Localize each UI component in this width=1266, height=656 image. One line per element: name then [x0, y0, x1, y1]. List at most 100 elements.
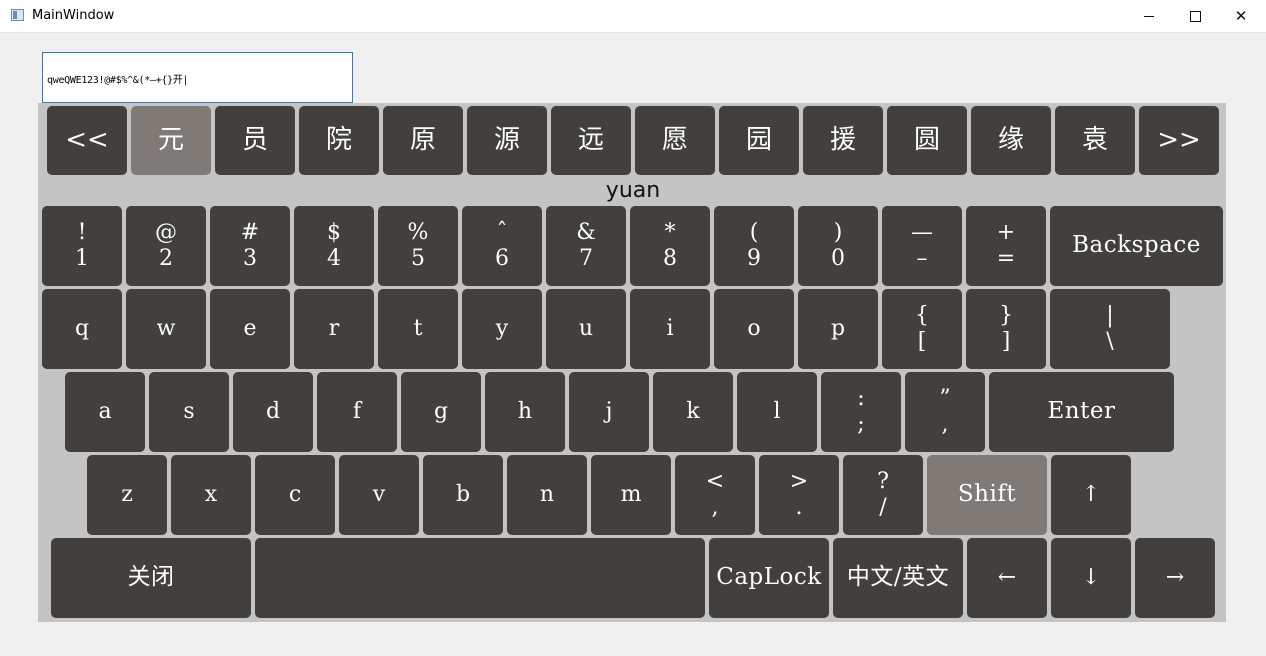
key-7[interactable]: & 7 [546, 206, 626, 286]
key-0[interactable]: ) 0 [798, 206, 878, 286]
arrow-right-key[interactable]: → [1135, 538, 1215, 618]
key-backslash[interactable]: | \ [1050, 289, 1170, 369]
space-key[interactable] [255, 538, 705, 618]
arrow-up-key[interactable]: ↑ [1051, 455, 1131, 535]
key-slash[interactable]: ? / [843, 455, 923, 535]
key-label: h [517, 398, 533, 424]
minimize-button[interactable] [1126, 0, 1172, 32]
close-keyboard-key[interactable]: 关闭 [51, 538, 251, 618]
key-n[interactable]: n [507, 455, 587, 535]
key-d[interactable]: d [233, 372, 313, 452]
shift-key[interactable]: Shift [927, 455, 1047, 535]
key-3[interactable]: #3 [210, 206, 290, 286]
arrow-up-icon: ↑ [1081, 481, 1101, 507]
key-shift-label: ( [749, 219, 759, 245]
key-w[interactable]: w [126, 289, 206, 369]
key-y[interactable]: y [462, 289, 542, 369]
key-shift-label: # [240, 219, 260, 245]
close-button[interactable]: ✕ [1218, 0, 1264, 32]
key-shift-label: — [911, 219, 933, 245]
key-shift-label: & [576, 219, 596, 245]
arrow-left-key[interactable]: ← [967, 538, 1047, 618]
key-8[interactable]: * 8 [630, 206, 710, 286]
key-shift-label: * [664, 219, 676, 245]
candidate-key[interactable]: 员 [215, 106, 295, 175]
key-period[interactable]: >. [759, 455, 839, 535]
key-2[interactable]: @2 [126, 206, 206, 286]
key-shift-label: % [407, 219, 429, 245]
key-1[interactable]: ! 1 [42, 206, 122, 286]
candidate-key[interactable]: 院 [299, 106, 379, 175]
candidate-key[interactable]: 缘 [971, 106, 1051, 175]
shift-label: Shift [957, 481, 1017, 508]
key-4[interactable]: $4 [294, 206, 374, 286]
key-equals[interactable]: + = [966, 206, 1046, 286]
candidate-next-label: >> [1157, 124, 1201, 155]
key-j[interactable]: j [569, 372, 649, 452]
key-label: . [795, 495, 803, 520]
key-shift-label: | [1106, 302, 1114, 328]
arrow-down-icon: ↓ [1081, 564, 1101, 590]
candidate-key[interactable]: 愿 [635, 106, 715, 175]
key-label: 6 [495, 246, 509, 271]
text-input[interactable]: qweQWE123!@#$%^&(*—+{}开| [42, 52, 353, 103]
key-c[interactable]: c [255, 455, 335, 535]
key-label: u [578, 315, 594, 341]
key-label: [ [917, 329, 927, 354]
language-toggle-key[interactable]: 中文/英文 [833, 538, 963, 618]
key-left-bracket[interactable]: {[ [882, 289, 962, 369]
enter-key[interactable]: Enter [989, 372, 1174, 452]
backspace-key[interactable]: Backspace [1050, 206, 1223, 286]
key-h[interactable]: h [485, 372, 565, 452]
candidate-label: 原 [409, 124, 436, 155]
maximize-button[interactable] [1172, 0, 1218, 32]
arrow-down-key[interactable]: ↓ [1051, 538, 1131, 618]
key-5[interactable]: % 5 [378, 206, 458, 286]
candidate-label: 院 [325, 124, 352, 155]
key-label: ; [857, 412, 865, 437]
candidate-key[interactable]: 远 [551, 106, 631, 175]
key-right-bracket[interactable]: }] [966, 289, 1046, 369]
key-x[interactable]: x [171, 455, 251, 535]
key-quote[interactable]: ”, [905, 372, 985, 452]
key-label: = [996, 246, 1016, 271]
candidate-key[interactable]: 源 [467, 106, 547, 175]
key-v[interactable]: v [339, 455, 419, 535]
candidate-key[interactable]: 袁 [1055, 106, 1135, 175]
key-o[interactable]: o [714, 289, 794, 369]
key-f[interactable]: f [317, 372, 397, 452]
app-icon [11, 9, 24, 21]
key-i[interactable]: i [630, 289, 710, 369]
candidate-key[interactable]: 圆 [887, 106, 967, 175]
key-g[interactable]: g [401, 372, 481, 452]
key-9[interactable]: (9 [714, 206, 794, 286]
key-p[interactable]: p [798, 289, 878, 369]
key-minus[interactable]: — – [882, 206, 962, 286]
candidate-key[interactable]: 元 [131, 106, 211, 175]
key-comma[interactable]: <, [675, 455, 755, 535]
key-label: ] [1001, 329, 1011, 354]
caplock-key[interactable]: CapLock [709, 538, 829, 618]
key-z[interactable]: z [87, 455, 167, 535]
candidate-key[interactable]: 园 [719, 106, 799, 175]
key-m[interactable]: m [591, 455, 671, 535]
candidate-prev-button[interactable]: << [47, 106, 127, 175]
key-q[interactable]: q [42, 289, 122, 369]
key-u[interactable]: u [546, 289, 626, 369]
candidate-key[interactable]: 原 [383, 106, 463, 175]
candidate-prev-label: << [65, 124, 109, 155]
key-6[interactable]: ˆ6 [462, 206, 542, 286]
key-s[interactable]: s [149, 372, 229, 452]
key-a[interactable]: a [65, 372, 145, 452]
key-b[interactable]: b [423, 455, 503, 535]
key-r[interactable]: r [294, 289, 374, 369]
key-label: 3 [243, 246, 257, 271]
candidate-next-button[interactable]: >> [1139, 106, 1219, 175]
key-shift-label: + [996, 219, 1016, 245]
key-t[interactable]: t [378, 289, 458, 369]
candidate-key[interactable]: 援 [803, 106, 883, 175]
key-k[interactable]: k [653, 372, 733, 452]
key-e[interactable]: e [210, 289, 290, 369]
key-l[interactable]: l [737, 372, 817, 452]
key-semicolon[interactable]: :; [821, 372, 901, 452]
